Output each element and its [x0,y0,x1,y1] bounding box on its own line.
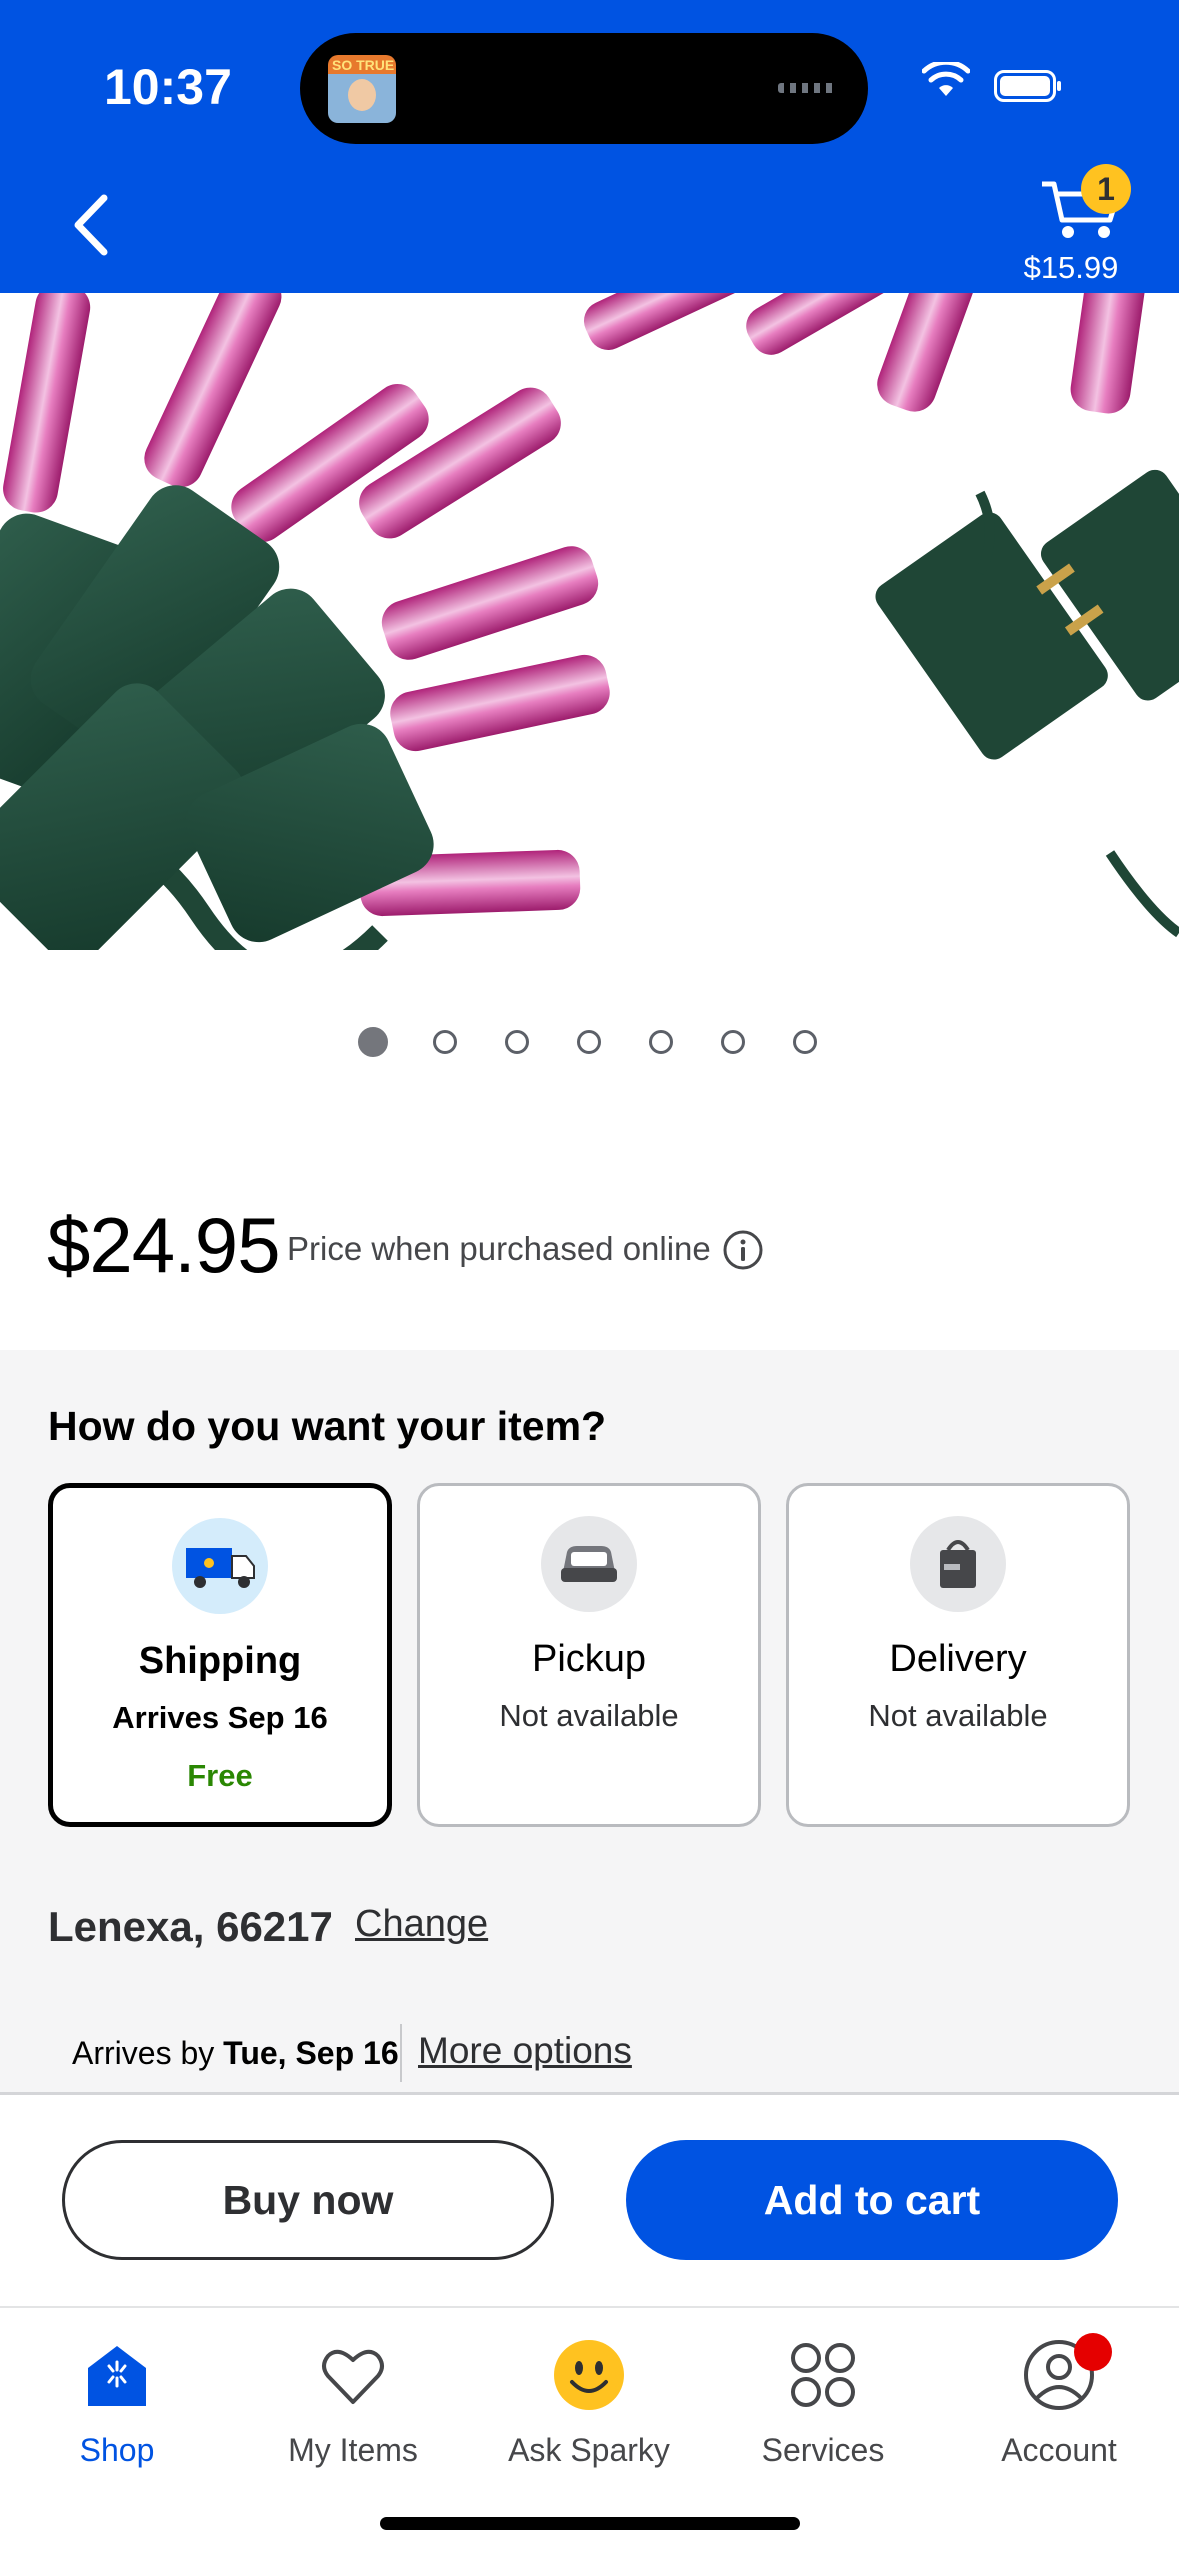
tab-shop[interactable]: Shop [17,2334,217,2474]
option-shipping[interactable]: Shipping Arrives Sep 16 Free [48,1483,392,1827]
carousel-dot[interactable] [577,1030,601,1054]
arrives-date: Tue, Sep 16 [223,2035,399,2071]
shipping-truck-icon [172,1518,268,1614]
tab-label: Ask Sparky [508,2432,670,2468]
tab-account[interactable]: Account [959,2334,1159,2474]
tab-ask-sparky[interactable]: Ask Sparky [489,2334,689,2474]
tab-services[interactable]: Services [723,2334,923,2474]
arrives-prefix: Arrives by [72,2035,224,2071]
heart-icon [322,2349,384,2404]
battery-icon [994,70,1061,102]
face-image [348,79,376,111]
carousel-dot[interactable] [649,1030,673,1054]
option-subtitle: Arrives Sep 16 [112,1700,328,1735]
product-image[interactable] [0,293,1179,950]
audio-waveform-icon [778,83,838,93]
cart-count-badge: 1 [1081,164,1131,214]
dynamic-island[interactable]: SO TRUE [300,33,868,144]
arrival-info: Arrives by Tue, Sep 16 [72,2035,399,2072]
option-title: Delivery [889,1638,1027,1680]
more-options-link[interactable]: More options [418,2030,632,2072]
cart-total: $15.99 [1023,250,1119,285]
option-title: Shipping [138,1640,302,1682]
option-pickup[interactable]: Pickup Not available [417,1483,761,1827]
shipping-cost: Free [187,1758,253,1793]
live-activity-thumbnail: SO TRUE [328,55,396,123]
smiley-icon [554,2340,624,2410]
notification-dot [1074,2333,1112,2371]
carousel-dot[interactable] [433,1030,457,1054]
buy-now-button[interactable]: Buy now [62,2140,554,2260]
carousel-dot[interactable] [721,1030,745,1054]
delivery-bag-icon [910,1516,1006,1612]
image-carousel-dots [0,1027,1179,1062]
carousel-dot[interactable] [793,1030,817,1054]
christmas-lights-illustration [0,293,1179,950]
price-note: Price when purchased online [287,1230,711,1267]
live-activity-badge: SO TRUE [332,57,395,73]
services-grid-icon [791,2343,855,2407]
option-delivery[interactable]: Delivery Not available [786,1483,1130,1827]
change-location-link[interactable]: Change [355,1903,488,1946]
tab-label: Shop [79,2432,155,2468]
product-price: $24.95 [47,1201,281,1289]
option-title: Pickup [531,1638,647,1680]
tab-label: Services [761,2432,885,2468]
shop-icon [88,2346,146,2406]
home-indicator[interactable] [380,2517,800,2530]
tab-label: My Items [288,2432,418,2468]
add-to-cart-button[interactable]: Add to cart [626,2140,1118,2260]
status-time: 10:37 [104,59,232,115]
wifi-icon [922,62,970,96]
option-subtitle: Not available [499,1698,679,1733]
app-header: 10:37 SO TRUE 1 $15.99 [0,0,1179,293]
carousel-dot[interactable] [505,1030,529,1054]
back-chevron-icon[interactable] [66,190,116,260]
carousel-dot[interactable] [358,1027,388,1057]
tab-label: Account [1001,2432,1117,2468]
option-subtitle: Not available [868,1698,1048,1733]
tab-my-items[interactable]: My Items [253,2334,453,2474]
fulfillment-question: How do you want your item? [48,1403,607,1449]
divider [400,2024,402,2082]
delivery-location: Lenexa, 66217 [48,1903,333,1950]
pickup-car-icon [541,1516,637,1612]
info-icon[interactable] [722,1229,764,1271]
